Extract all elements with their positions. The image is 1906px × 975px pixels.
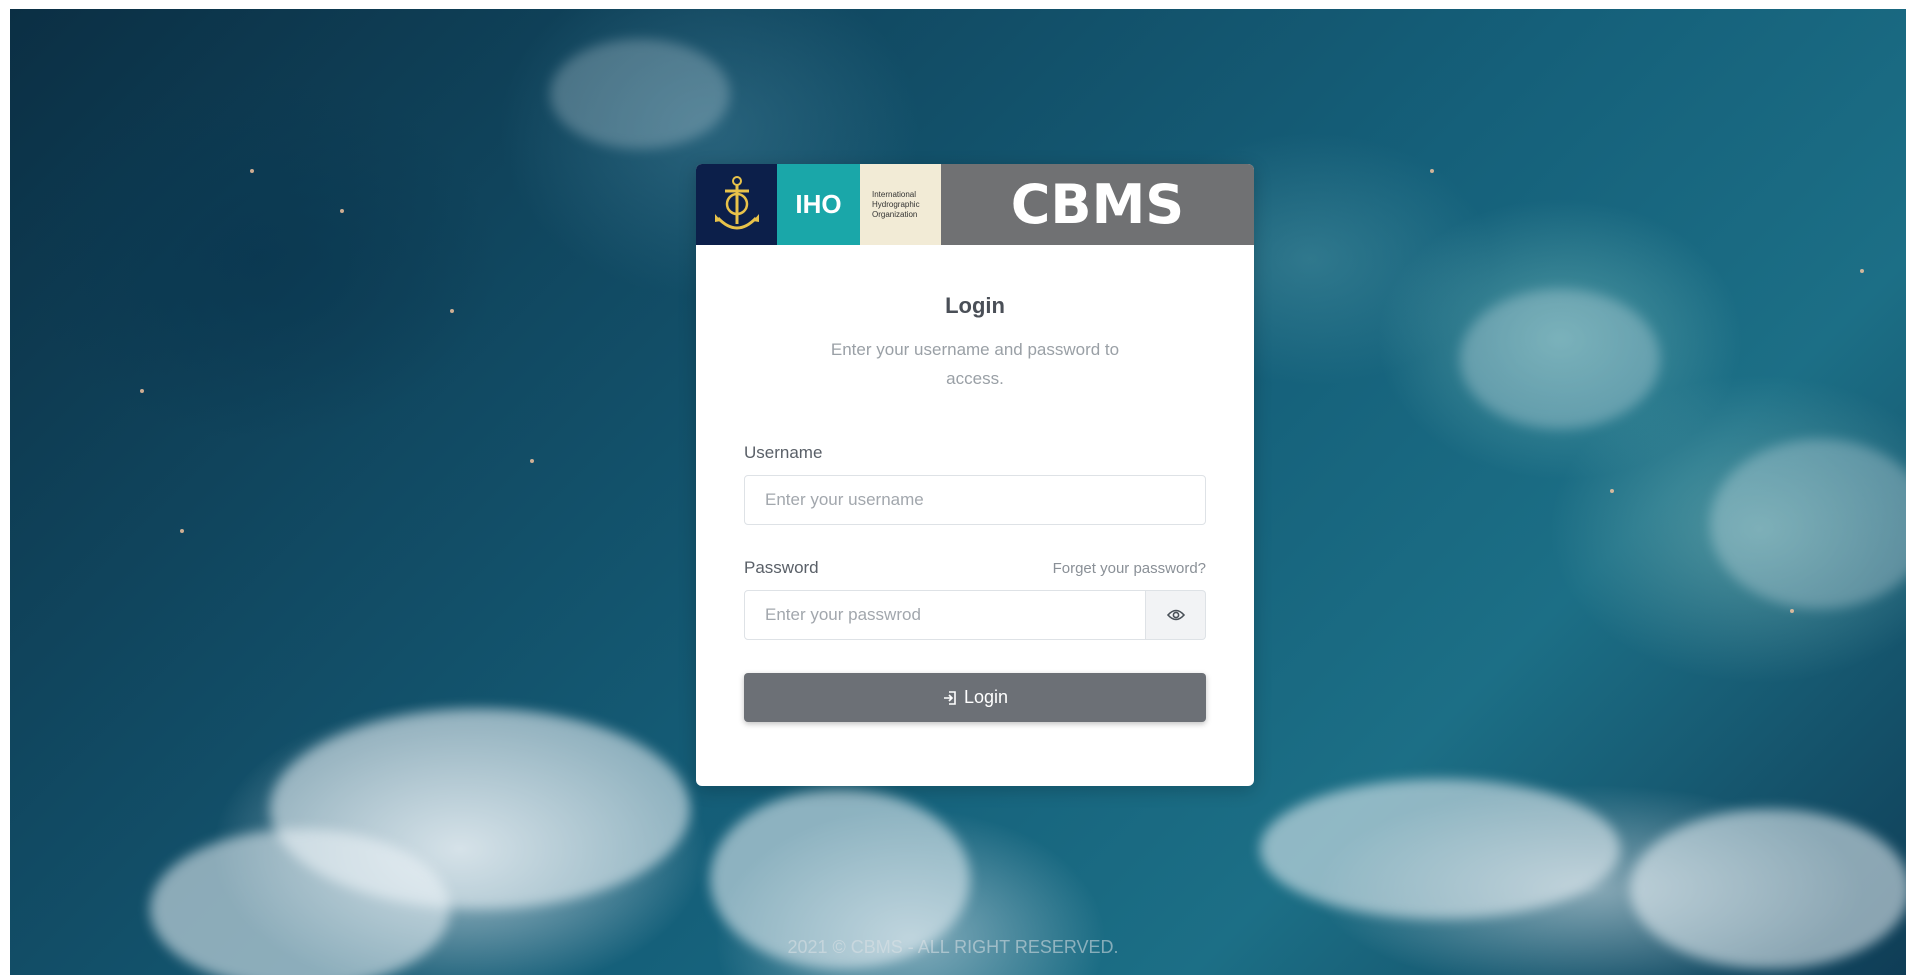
- forgot-password-link[interactable]: Forget your password?: [1053, 560, 1206, 577]
- login-button[interactable]: Login: [744, 673, 1206, 722]
- password-label-row: Password Forget your password?: [744, 558, 1206, 578]
- login-button-label: Login: [963, 687, 1009, 707]
- password-label: Password: [744, 558, 819, 577]
- anchor-icon: [714, 175, 759, 229]
- username-input[interactable]: [744, 475, 1206, 525]
- login-card: IHO International Hydrographic Organizat…: [696, 164, 1254, 786]
- iho-emblem-logo: [696, 164, 777, 245]
- password-input-group: [744, 590, 1206, 640]
- app-brand-title: CBMS: [941, 164, 1254, 245]
- eye-icon: [1166, 609, 1185, 621]
- login-title: Login: [945, 293, 1005, 318]
- show-password-button[interactable]: [1146, 590, 1206, 640]
- org-line: International: [872, 189, 917, 199]
- org-line: Hydrographic: [872, 199, 920, 209]
- login-page: IHO International Hydrographic Organizat…: [0, 0, 1906, 975]
- password-input[interactable]: [744, 590, 1146, 640]
- org-line: Organization: [872, 209, 918, 219]
- login-subtitle: Enter your username and password to acce…: [830, 340, 1120, 388]
- login-form: Login Enter your username and password t…: [696, 293, 1254, 722]
- organization-name: International Hydrographic Organization: [860, 164, 941, 245]
- card-header: IHO International Hydrographic Organizat…: [696, 164, 1254, 245]
- footer-copyright: 2021 © CBMS - ALL RIGHT RESERVED.: [787, 937, 1119, 957]
- iho-logo-text: IHO: [777, 164, 860, 245]
- login-icon: [943, 690, 956, 705]
- username-label: Username: [744, 443, 823, 462]
